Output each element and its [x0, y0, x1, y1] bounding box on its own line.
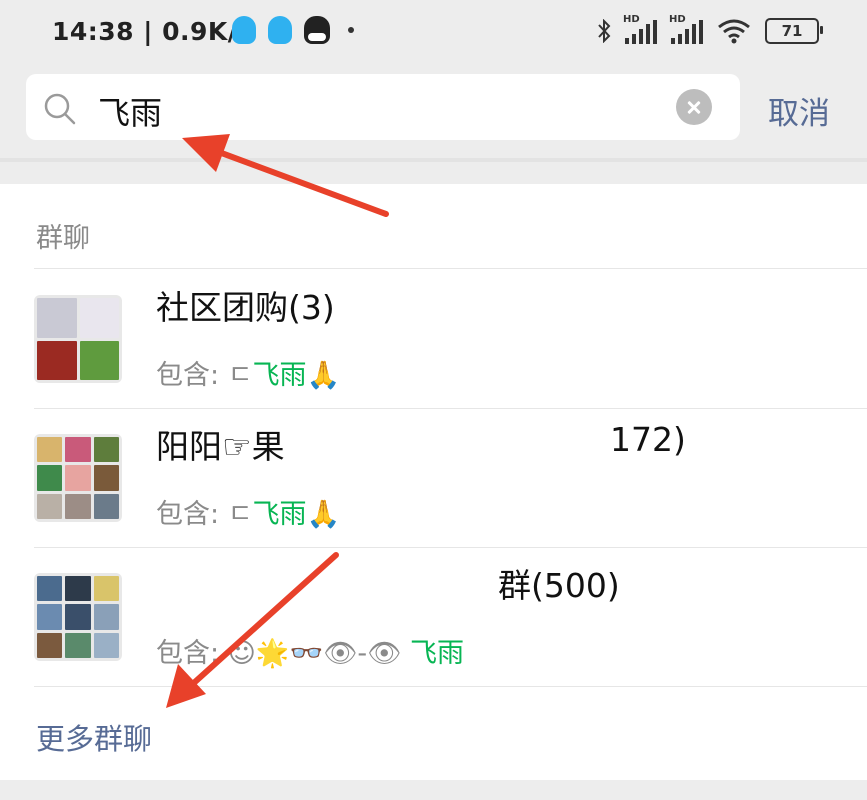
list-item[interactable]: 社区团购(3) 包含: ㄷ飞雨🙏: [0, 269, 867, 408]
more-notifications-dot: [348, 27, 354, 33]
section-title: 群聊: [36, 223, 90, 254]
qq-penguin-icon: [304, 16, 330, 44]
member-prefix: 包含:: [156, 360, 228, 391]
list-item[interactable]: 阳阳☞果 172) 包含: ㄷ飞雨🙏: [0, 408, 867, 547]
match-highlight: 飞雨: [252, 360, 307, 391]
member-nick: ㄷ: [227, 360, 253, 391]
member-nick: ☺🌟👓👁-👁: [227, 638, 402, 669]
divider: [34, 686, 867, 687]
group-avatar: [34, 573, 122, 661]
notification-icons: [232, 16, 354, 44]
cancel-button[interactable]: 取消: [768, 88, 830, 133]
member-prefix: 包含:: [156, 638, 228, 669]
match-highlight: 飞雨: [409, 638, 464, 669]
group-title-tail: 群(500): [498, 566, 620, 605]
group-member-match: 包含: ㄷ飞雨🙏: [156, 492, 340, 531]
member-nick: ㄷ: [227, 499, 253, 530]
group-title: 阳阳☞果: [156, 427, 285, 466]
qq-icon: [232, 16, 256, 44]
hd-label: HD: [669, 14, 686, 25]
member-prefix: 包含:: [156, 499, 228, 530]
wifi-icon: [718, 19, 750, 44]
clear-icon[interactable]: [676, 89, 712, 125]
member-emoji: 🙏: [306, 499, 341, 530]
qq-icon: [268, 16, 292, 44]
signal-icon: HD: [623, 14, 657, 44]
group-title: 社区团购(3): [156, 288, 335, 327]
search-box[interactable]: 飞雨: [26, 74, 740, 140]
bottom-band: [0, 780, 867, 800]
group-member-match: 包含: ☺🌟👓👁-👁 飞雨: [156, 631, 464, 670]
group-member-match: 包含: ㄷ飞雨🙏: [156, 353, 340, 392]
search-input[interactable]: 飞雨: [98, 88, 162, 134]
battery-icon: 71: [765, 18, 823, 44]
header-divider: [0, 158, 867, 162]
status-right-icons: HD HD 71: [597, 14, 823, 44]
group-title-tail: 172): [610, 420, 686, 459]
match-highlight: 飞雨: [252, 499, 307, 530]
status-bar: 14:38 | 0.9K/s HD HD 71: [0, 0, 867, 66]
hd-label: HD: [623, 14, 640, 25]
bluetooth-icon: [598, 19, 611, 43]
results-panel: 群聊 社区团购(3) 包含: ㄷ飞雨🙏 阳阳☞果 172) 包含: ㄷ飞雨🙏 群…: [0, 184, 867, 780]
member-emoji: 🙏: [306, 360, 341, 391]
more-groups-link[interactable]: 更多群聊: [36, 716, 152, 758]
search-icon: [44, 93, 76, 125]
status-time-speed: 14:38 | 0.9K/s: [52, 17, 253, 46]
group-avatar: [34, 295, 122, 383]
group-avatar: [34, 434, 122, 522]
signal-icon: HD: [669, 14, 703, 44]
list-item[interactable]: 群(500) 包含: ☺🌟👓👁-👁 飞雨: [0, 547, 867, 686]
